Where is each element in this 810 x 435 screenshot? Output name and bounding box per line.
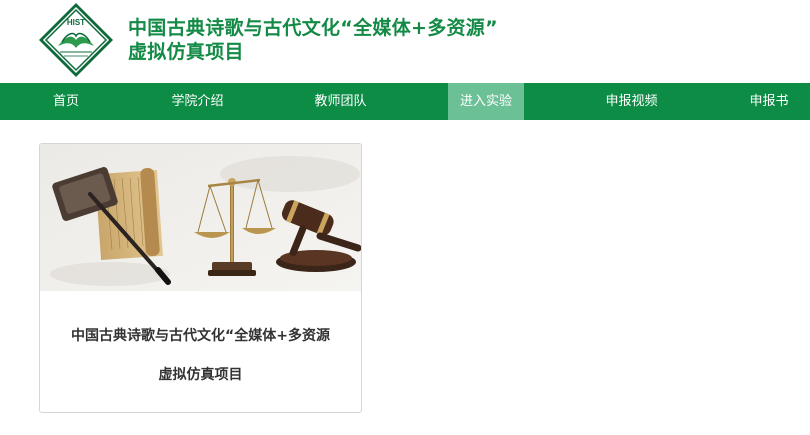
- nav-item-home[interactable]: 首页: [36, 83, 96, 120]
- project-card-title-line1: 中国古典诗歌与古代文化“全媒体+多资源: [71, 328, 330, 344]
- site-title: 中国古典诗歌与古代文化“全媒体+多资源” 虚拟仿真项目: [128, 16, 498, 64]
- school-logo-icon[interactable]: HIST: [38, 2, 114, 78]
- nav-item-college-intro[interactable]: 学院介绍: [160, 83, 235, 120]
- site-header: HIST 中国古典诗歌与古代文化“全媒体+多资源” 虚拟仿真项目: [0, 0, 810, 83]
- site-title-line2: 虚拟仿真项目: [128, 41, 244, 63]
- project-card-image: [40, 144, 361, 291]
- nav-item-application-video[interactable]: 申报视频: [594, 83, 669, 120]
- site-title-line1: 中国古典诗歌与古代文化“全媒体+多资源”: [128, 17, 498, 39]
- project-card-title-line2: 虚拟仿真项目: [158, 367, 243, 383]
- nav-item-application-doc[interactable]: 申报书: [740, 83, 798, 120]
- nav-item-enter-experiment[interactable]: 进入实验: [448, 83, 524, 120]
- svg-text:HIST: HIST: [67, 18, 85, 27]
- nav-item-teachers[interactable]: 教师团队: [303, 83, 378, 120]
- project-card[interactable]: 中国古典诗歌与古代文化“全媒体+多资源 虚拟仿真项目: [39, 143, 362, 413]
- main-nav: 首页 学院介绍 教师团队 进入实验 申报视频 申报书: [0, 83, 810, 120]
